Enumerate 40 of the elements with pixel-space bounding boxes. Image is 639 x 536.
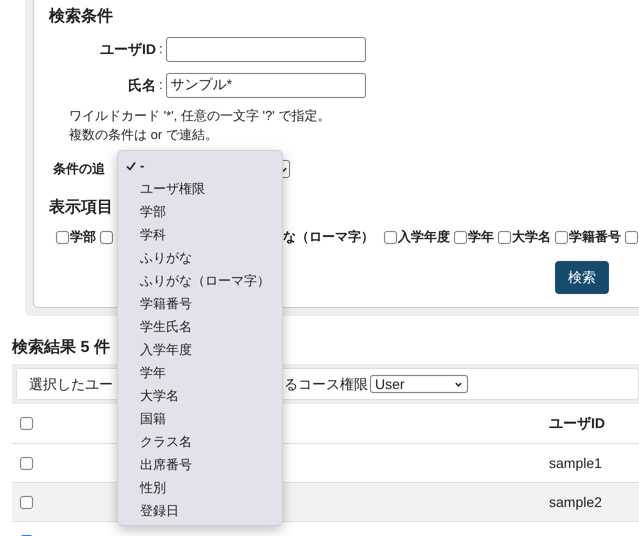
- menu-item[interactable]: 学年: [118, 361, 282, 384]
- toolbar-text: るコース権限: [284, 374, 368, 394]
- checkbox-label: 学部: [70, 228, 96, 246]
- menu-item[interactable]: 登録日: [118, 499, 282, 522]
- menu-item[interactable]: 国籍: [118, 407, 282, 430]
- search-button[interactable]: 検索: [555, 261, 609, 294]
- field-label: 条件の追: [53, 160, 105, 178]
- table-cell-text: sample2: [549, 492, 602, 512]
- checkbox-label: 大学名: [512, 228, 551, 246]
- section-heading: 検索条件: [49, 6, 113, 27]
- permission-select[interactable]: User: [370, 375, 468, 393]
- menu-item[interactable]: ふりがな（ローマ字）: [118, 269, 282, 292]
- checkbox-label: 学年: [468, 228, 494, 246]
- hint-text: ワイルドカード '*', 任意の一文字 '?' で指定。: [69, 107, 332, 125]
- menu-item[interactable]: 学籍番号: [118, 292, 282, 315]
- menu-item[interactable]: 入学年度: [118, 338, 282, 361]
- menu-item[interactable]: 学生氏名: [118, 315, 282, 338]
- checkbox-label: 入学年度: [398, 228, 450, 246]
- toolbar-text: 選択したユー: [29, 374, 113, 394]
- menu-item[interactable]: 性別: [118, 476, 282, 499]
- label-separator: :: [159, 40, 163, 58]
- hint-text: 複数の条件は or で連結。: [69, 126, 219, 144]
- field-label: 氏名: [127, 76, 156, 94]
- results-heading: 検索結果 5 件: [12, 337, 110, 358]
- menu-item[interactable]: 学部: [118, 200, 282, 223]
- table-cell-text: sample1: [549, 454, 602, 473]
- label-separator: :: [159, 76, 163, 94]
- text-field[interactable]: サンプル*: [166, 72, 366, 98]
- field-label: ユーザID: [99, 40, 156, 58]
- menu-item[interactable]: クラス名: [118, 430, 282, 453]
- menu-item[interactable]: ユーザ権限: [118, 177, 282, 200]
- checkbox-label: な（ローマ字）: [283, 228, 374, 246]
- menu-item[interactable]: 出席番号: [118, 453, 282, 476]
- section-heading: 表示項目: [49, 198, 113, 218]
- column-header: ユーザID: [549, 414, 605, 433]
- menu-item[interactable]: -: [118, 154, 282, 177]
- checkbox-label: 学籍番号: [569, 228, 621, 246]
- menu-item[interactable]: ふりがな: [118, 246, 282, 269]
- menu-item[interactable]: 学科: [118, 223, 282, 246]
- menu-item[interactable]: 大学名: [118, 384, 282, 407]
